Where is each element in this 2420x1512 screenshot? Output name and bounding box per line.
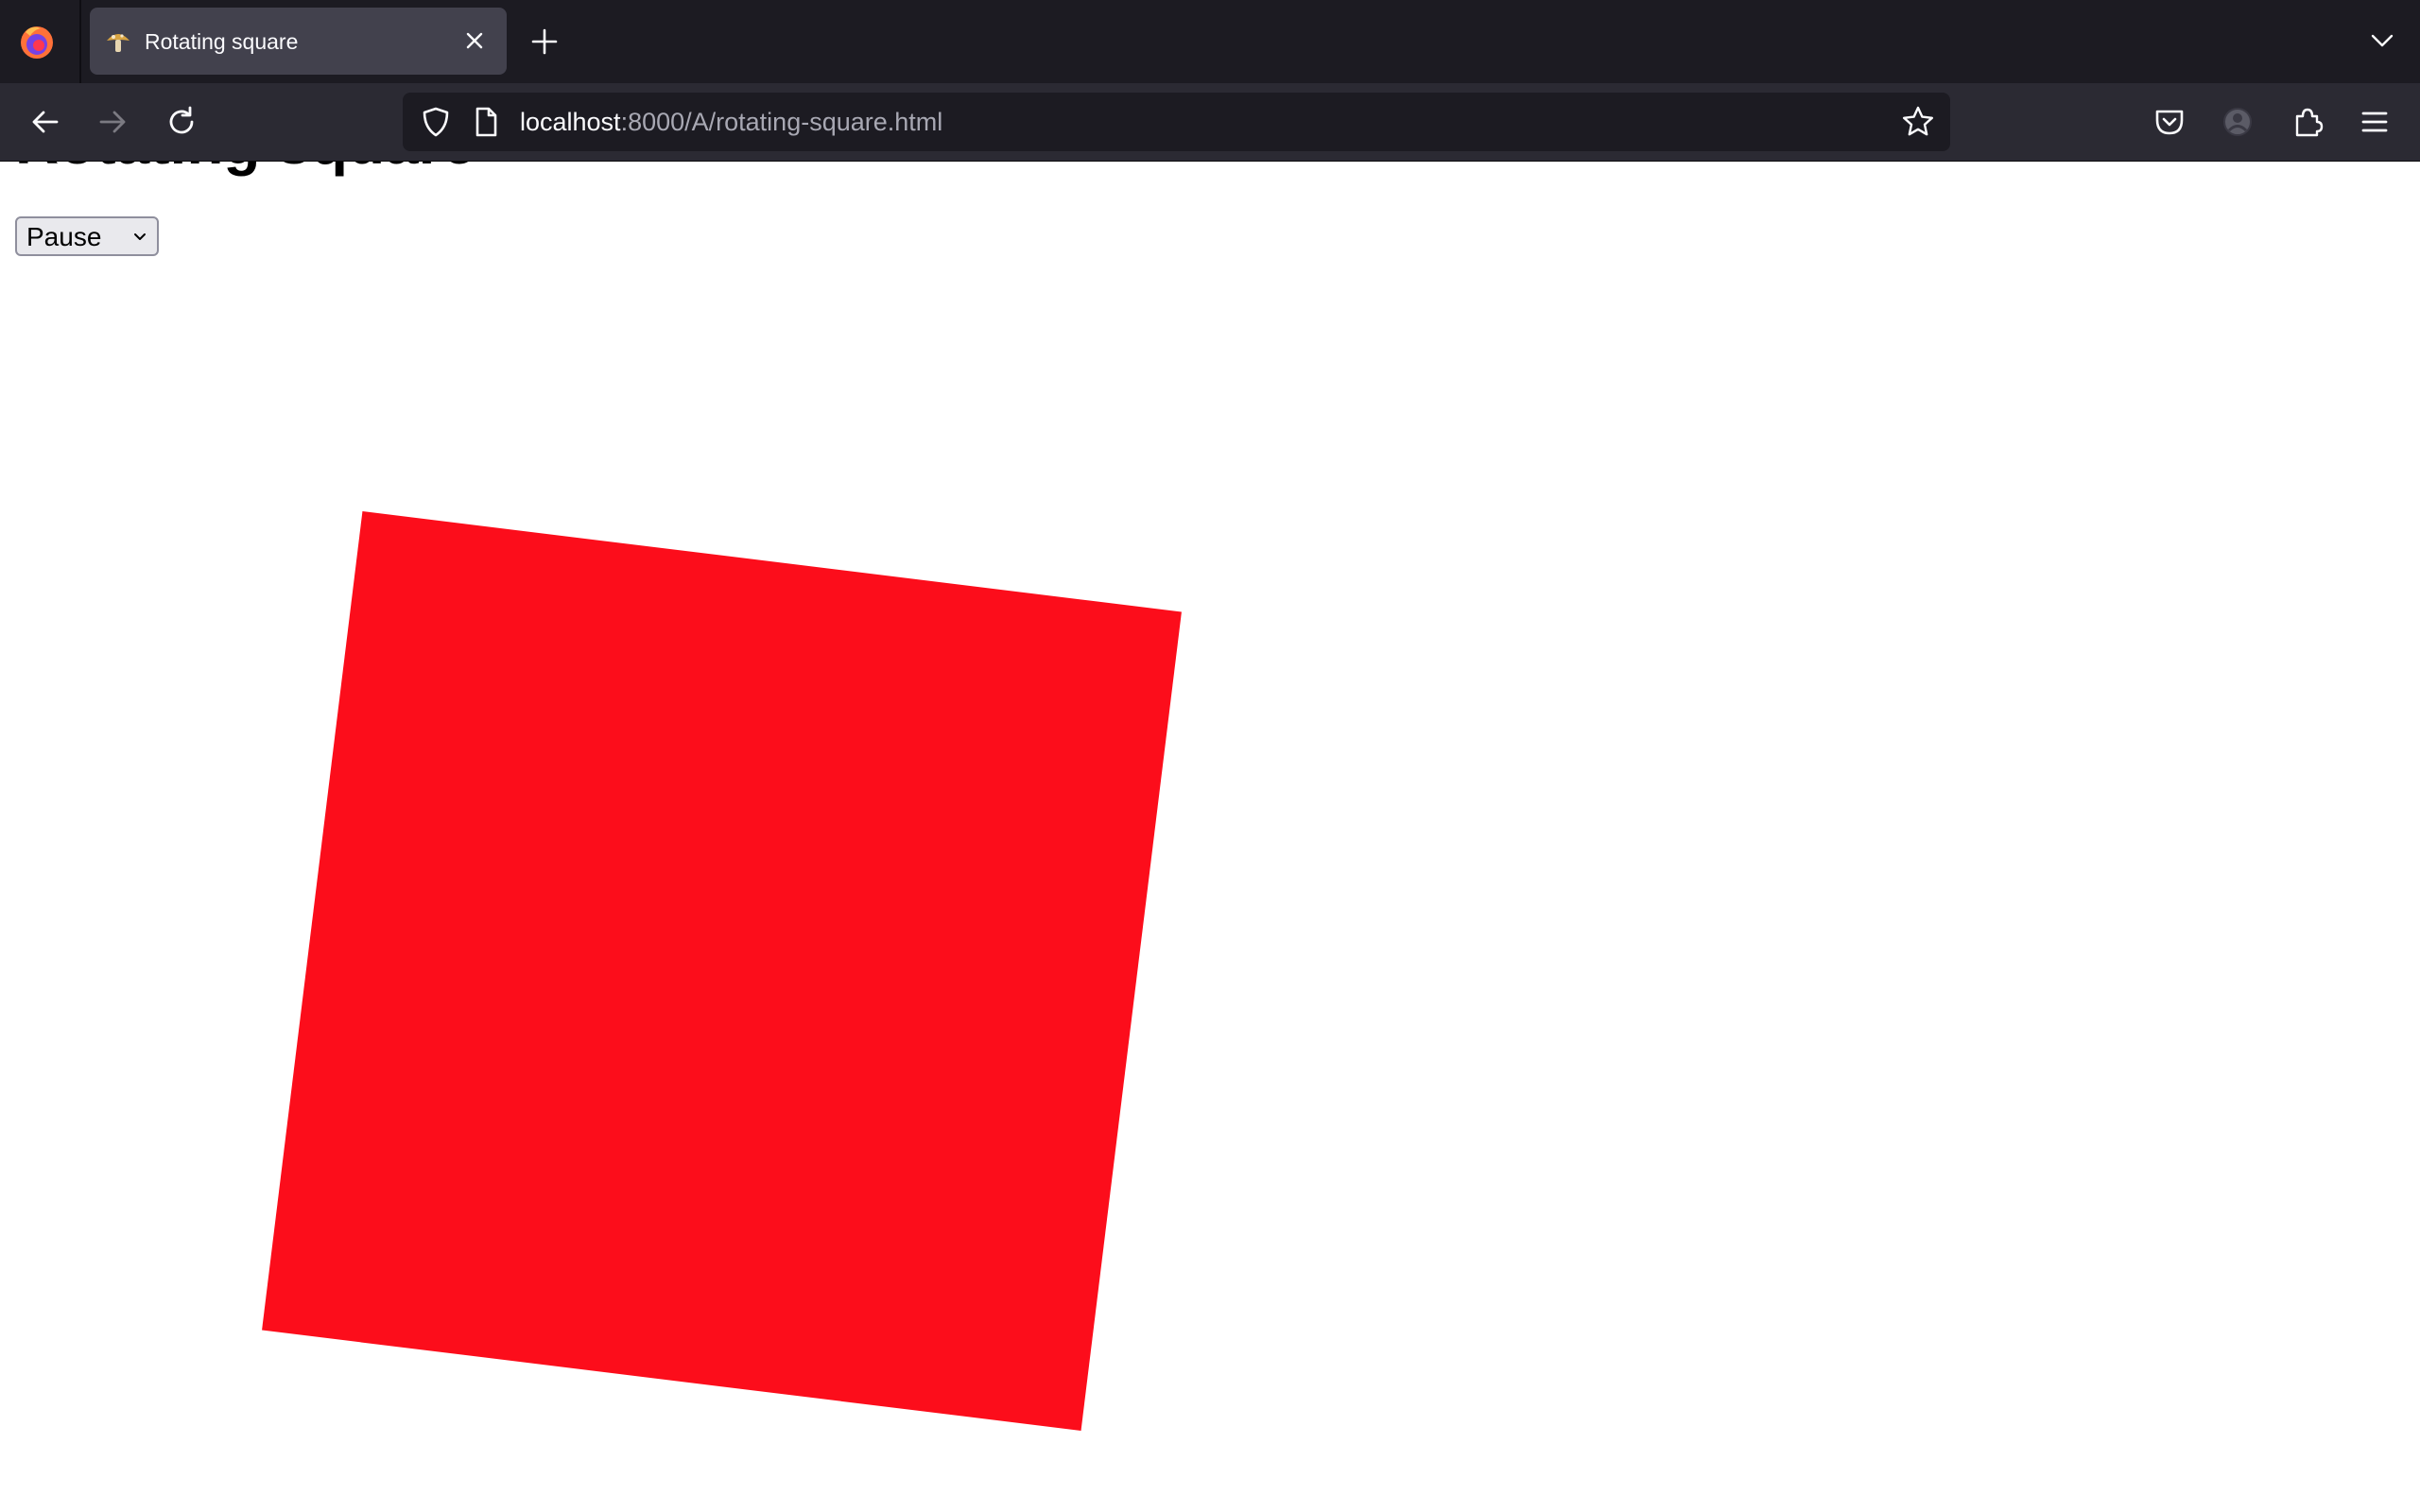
star-bookmark-icon[interactable] bbox=[1901, 105, 1935, 139]
account-icon[interactable] bbox=[2221, 105, 2255, 139]
tab-title: Rotating square bbox=[145, 29, 299, 54]
tab-bar: Rotating square bbox=[0, 0, 2420, 83]
select-value: Pause bbox=[26, 222, 102, 251]
tab-separator bbox=[79, 0, 81, 83]
firefox-logo-icon[interactable] bbox=[18, 23, 56, 60]
page-info-icon[interactable] bbox=[469, 105, 503, 139]
reload-icon[interactable] bbox=[164, 105, 199, 139]
hamburger-menu-icon[interactable] bbox=[2358, 105, 2392, 139]
chevron-down-icon bbox=[134, 233, 146, 240]
shield-icon[interactable] bbox=[419, 105, 453, 139]
extensions-puzzle-icon[interactable] bbox=[2290, 105, 2324, 139]
tab-active[interactable]: Rotating square bbox=[90, 8, 507, 75]
chevron-down-icon[interactable] bbox=[2368, 26, 2396, 55]
url-bar[interactable]: localhost:8000/A/rotating-square.html bbox=[403, 93, 1950, 151]
url-host: localhost bbox=[520, 108, 621, 136]
page-heading: Rotating square bbox=[15, 162, 475, 180]
navigation-bar: localhost:8000/A/rotating-square.html bbox=[0, 83, 2420, 162]
animation-control-select[interactable]: Pause bbox=[15, 216, 159, 256]
new-tab-plus-icon[interactable] bbox=[529, 26, 560, 57]
url-path: :8000/A/rotating-square.html bbox=[620, 108, 943, 136]
url-text[interactable]: localhost:8000/A/rotating-square.html bbox=[520, 106, 942, 138]
close-tab-icon[interactable] bbox=[460, 26, 489, 55]
pocket-icon[interactable] bbox=[2152, 105, 2187, 139]
page-content: Rotating square Pause bbox=[0, 162, 2420, 1512]
back-arrow-icon[interactable] bbox=[28, 105, 62, 139]
mushroom-favicon-icon bbox=[107, 34, 130, 52]
rotating-square bbox=[262, 511, 1182, 1431]
forward-arrow-icon[interactable] bbox=[95, 105, 130, 139]
